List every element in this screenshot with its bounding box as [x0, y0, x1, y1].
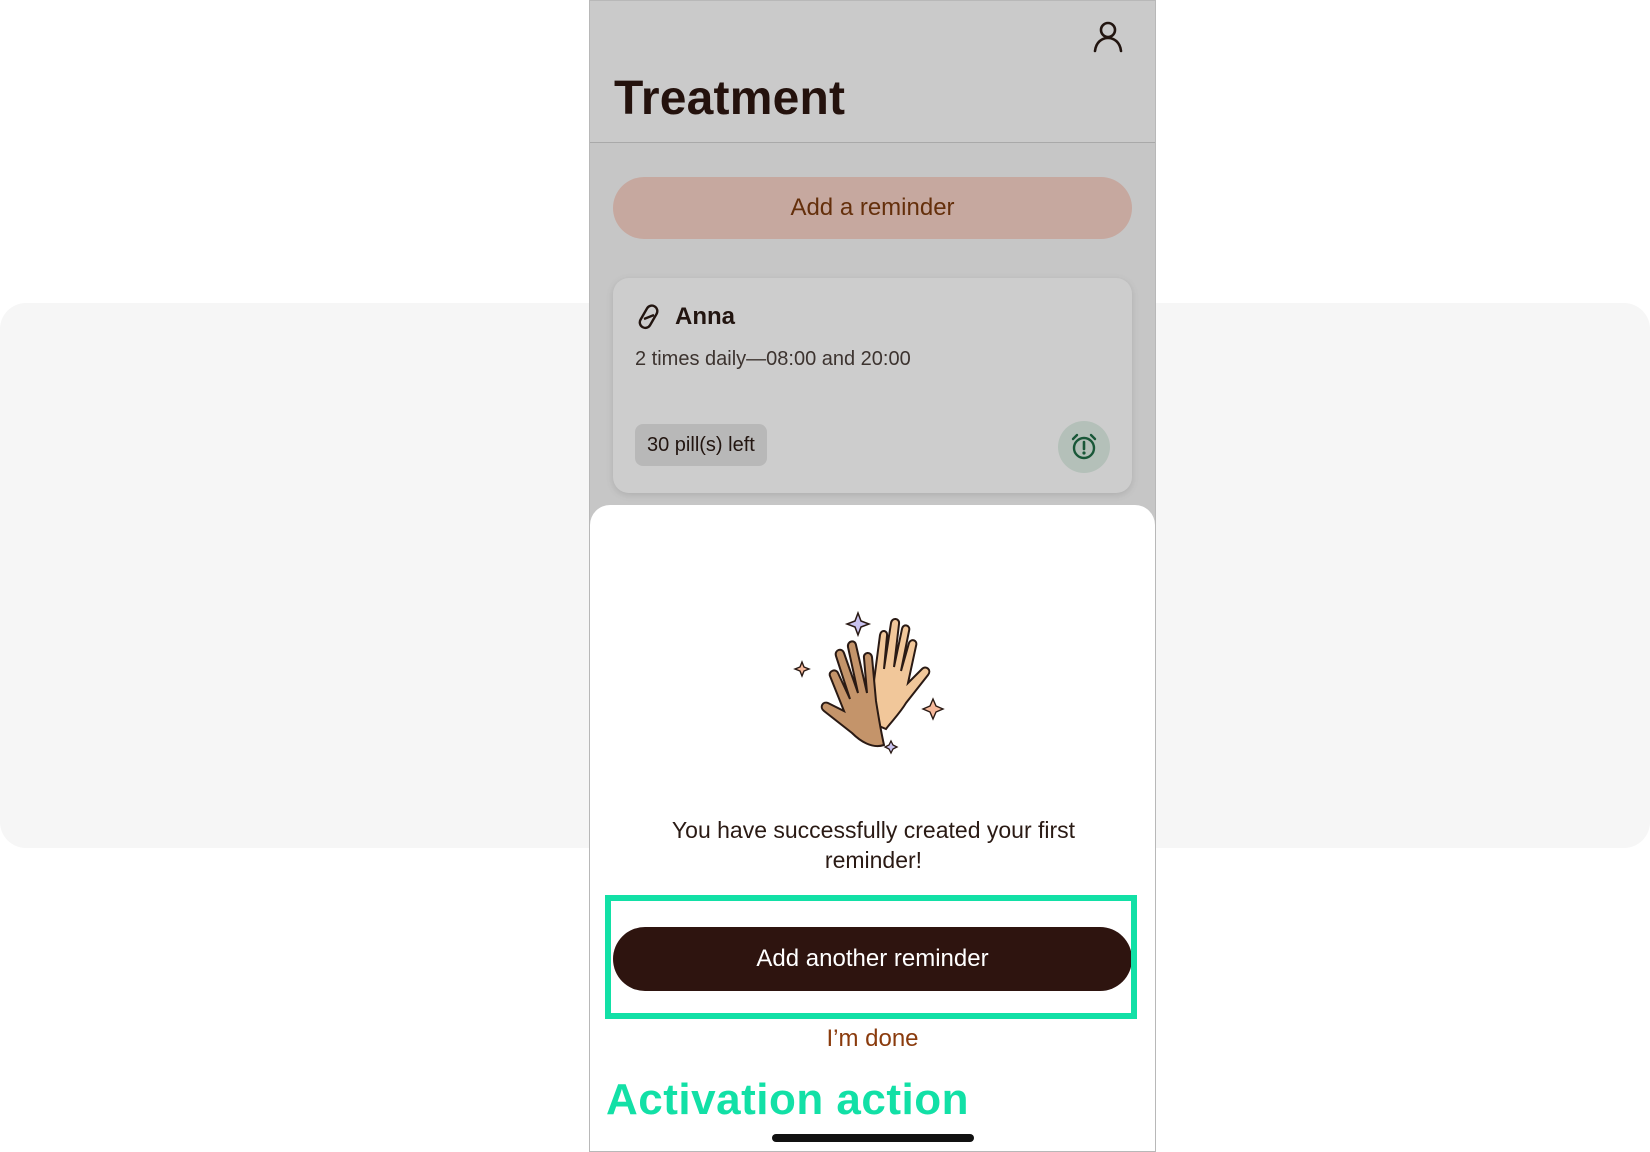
im-done-link[interactable]: I’m done	[590, 1025, 1155, 1053]
home-indicator	[772, 1134, 974, 1142]
high-five-illustration	[793, 610, 945, 755]
success-message: You have successfully created your first…	[671, 817, 1076, 873]
activation-annotation-label: Activation action	[606, 1075, 969, 1124]
success-bottom-sheet: You have successfully created your first…	[590, 505, 1155, 1151]
phone-screen: Treatment Add a reminder Anna 2 times da…	[589, 0, 1156, 1152]
activation-highlight-box	[605, 895, 1137, 1019]
